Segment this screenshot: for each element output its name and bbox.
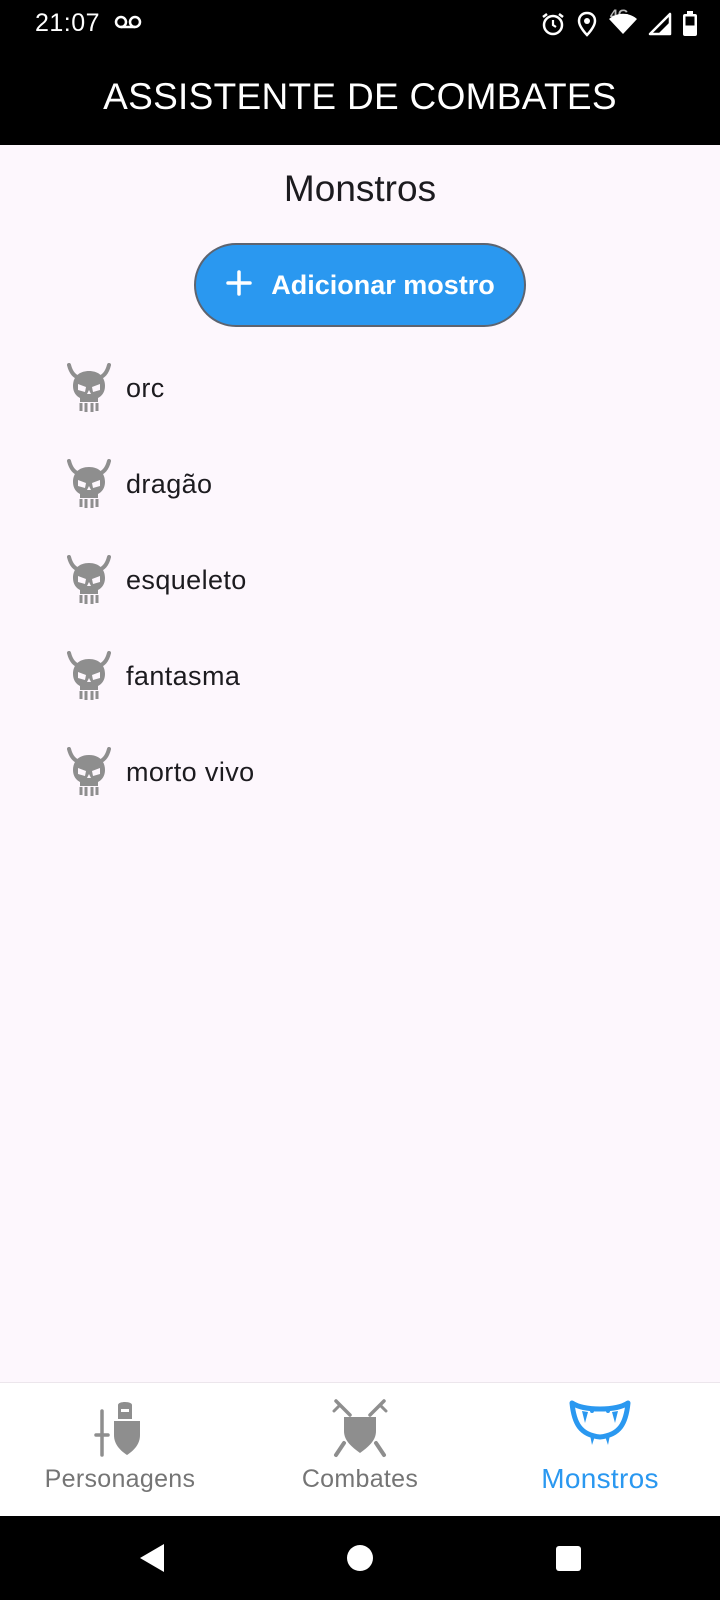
add-monster-label: Adicionar mostro <box>271 269 495 300</box>
status-time: 21:07 <box>35 9 101 37</box>
nav-label: Monstros <box>541 1463 659 1494</box>
nav-item-personagens[interactable]: Personagens <box>0 1383 240 1517</box>
monster-name: dragão <box>126 468 213 499</box>
battery-icon <box>682 11 698 37</box>
monster-list-item[interactable]: dragão <box>0 436 720 532</box>
monster-list-item[interactable]: morto vivo <box>0 724 720 820</box>
monster-name: morto vivo <box>126 756 255 787</box>
recents-icon[interactable] <box>548 1538 588 1578</box>
page-title: Monstros <box>283 168 437 209</box>
fangs-icon <box>568 1397 632 1461</box>
monster-name: orc <box>126 372 165 403</box>
crossed-swords-shield-icon <box>328 1397 392 1461</box>
home-icon[interactable] <box>340 1538 380 1578</box>
monster-name: esqueleto <box>126 564 247 595</box>
back-icon[interactable] <box>132 1538 172 1578</box>
demon-skull-icon <box>67 363 111 413</box>
monster-name: fantasma <box>126 660 241 691</box>
voicemail-icon <box>114 14 142 35</box>
nav-item-monstros[interactable]: Monstros <box>480 1383 720 1517</box>
plus-icon <box>225 261 253 305</box>
app-bar: ASSISTENTE DE COMBATES <box>0 48 720 145</box>
wifi-icon <box>608 12 638 36</box>
demon-skull-icon <box>67 747 111 797</box>
nav-label: Combates <box>301 1465 419 1493</box>
knight-icon <box>88 1397 152 1461</box>
monster-list-item[interactable]: orc <box>0 340 720 436</box>
signal-icon <box>648 12 672 36</box>
alarm-icon <box>540 11 566 37</box>
status-bar: 21:07 4G <box>0 0 720 48</box>
nav-label: Personagens <box>44 1465 196 1493</box>
app-title: ASSISTENTE DE COMBATES <box>103 75 617 117</box>
bottom-navigation: Personagens Combates Monstros <box>0 1382 720 1516</box>
add-monster-button[interactable]: Adicionar mostro <box>194 243 526 327</box>
nav-item-combates[interactable]: Combates <box>240 1383 480 1517</box>
status-icons <box>540 8 698 40</box>
demon-skull-icon <box>67 651 111 701</box>
demon-skull-icon <box>67 555 111 605</box>
demon-skull-icon <box>67 459 111 509</box>
monster-list-item[interactable]: fantasma <box>0 628 720 724</box>
system-navigation-bar <box>0 1516 720 1600</box>
monster-list-item[interactable]: esqueleto <box>0 532 720 628</box>
location-icon <box>576 11 598 37</box>
